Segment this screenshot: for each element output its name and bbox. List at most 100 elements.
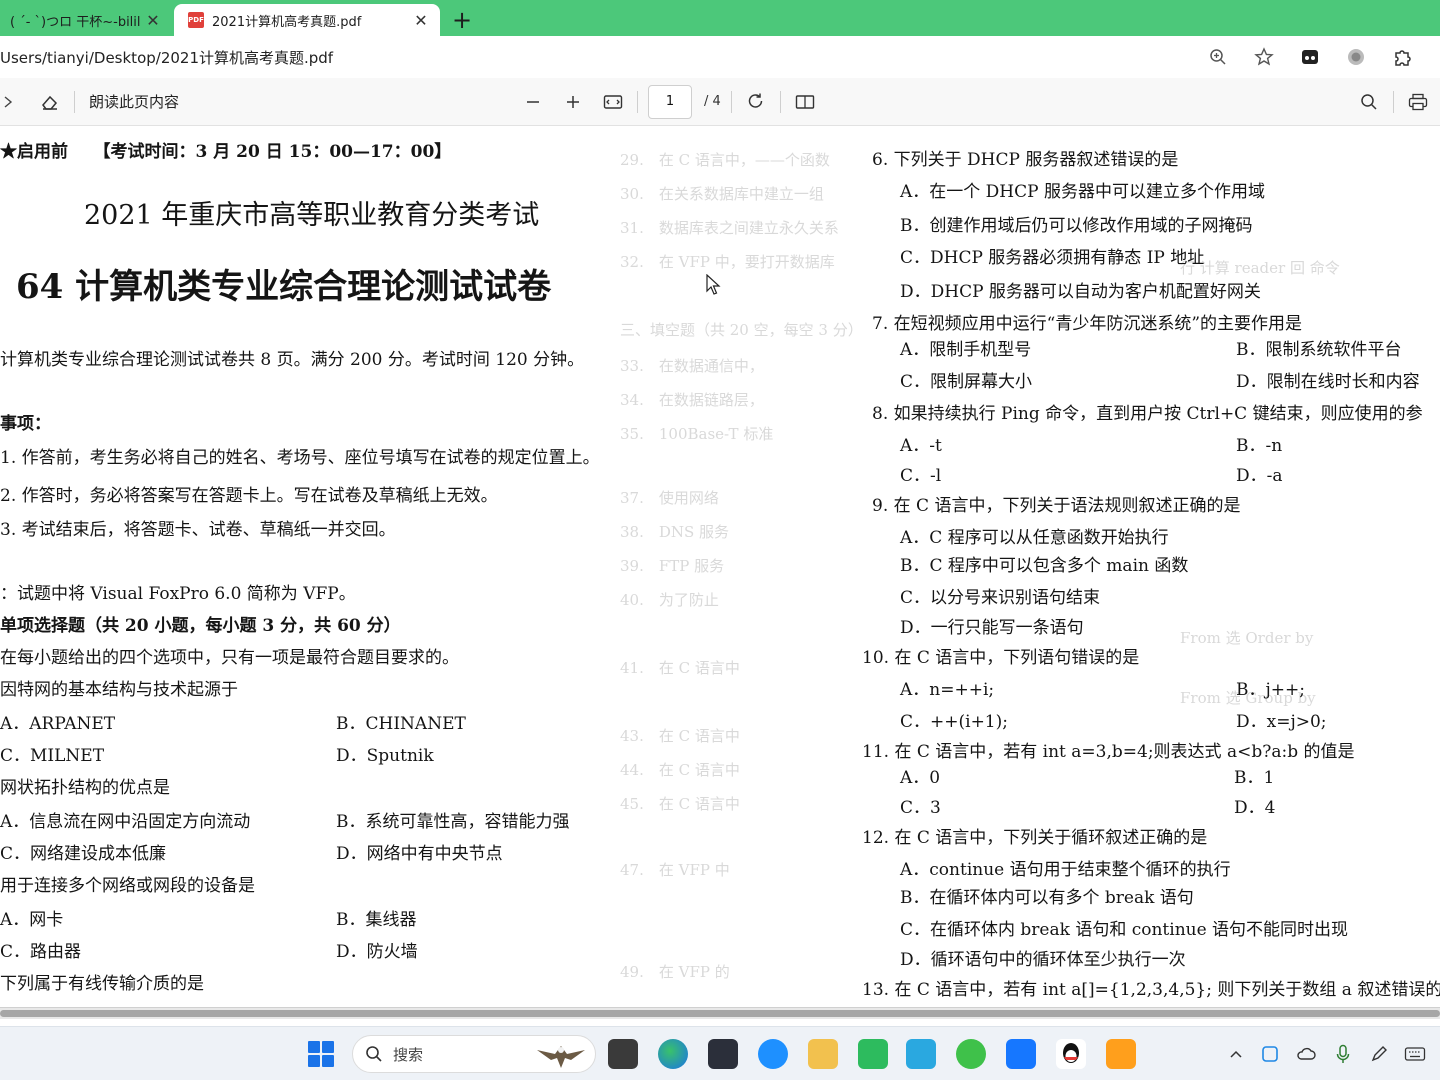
option: A．-t [900, 436, 942, 456]
question: 13. 在 C 语言中，若有 int a[]={1,2,3,4,5}; 则下列关… [862, 980, 1440, 1000]
option: C．++(i+1); [900, 712, 1008, 732]
extension-icon[interactable] [1298, 45, 1322, 69]
option: A．信息流在网中沿固定方向流动 [0, 812, 251, 832]
option: B．创建作用域后仍可以修改作用域的子网掩码 [900, 216, 1253, 236]
bleed-through: 30. 在关系数据库中建立一组 [620, 185, 824, 203]
option: B．CHINANET [336, 714, 466, 734]
edge-browser-icon[interactable] [658, 1039, 688, 1069]
bleed-through: 34. 在数据链路层， [620, 391, 764, 409]
option: C．DHCP 服务器必须拥有静态 IP 地址 [900, 248, 1205, 268]
option: B．1 [1234, 768, 1275, 788]
section-heading: 单项选择题（共 20 小题，每小题 3 分，共 60 分） [0, 616, 401, 636]
zoom-in-icon[interactable] [559, 88, 587, 116]
option: C．以分号来识别语句结束 [900, 588, 1101, 608]
bleed-through: 37. 使用网络 [620, 489, 719, 507]
question: 8. 如果持续执行 Ping 命令，直到用户按 Ctrl+C 键结束，则应使用的… [872, 404, 1423, 424]
wechat-icon[interactable] [956, 1039, 986, 1069]
exam-title: 2021 年重庆市高等职业教育分类考试 [84, 200, 540, 231]
scrollbar-thumb[interactable] [0, 1010, 1440, 1017]
search-icon[interactable] [1355, 88, 1383, 116]
puzzle-extensions-icon[interactable] [1390, 45, 1414, 69]
tab-title: 2021计算机高考真题.pdf [212, 14, 362, 30]
divider [730, 90, 732, 113]
rotate-icon[interactable] [742, 88, 770, 116]
option: B．系统可靠性高，容错能力强 [336, 812, 570, 832]
option: A．C 程序可以从任意函数开始执行 [900, 528, 1169, 548]
bleed-through: 32. 在 VFP 中，要打开数据库 [620, 253, 835, 271]
paragraph: 在每小题给出的四个选项中，只有一项是最符合题目要求的。 [0, 648, 459, 668]
close-icon[interactable]: ✕ [412, 11, 430, 30]
cloud-icon[interactable] [1294, 1041, 1318, 1067]
option: D．一行只能写一条语句 [900, 618, 1084, 638]
app-icon[interactable] [1106, 1039, 1136, 1069]
favorite-star-icon[interactable] [1252, 45, 1276, 69]
close-icon[interactable]: ✕ [144, 11, 162, 30]
option: C．3 [900, 798, 941, 818]
pdf-toolbar: 朗读此页内容 1 / 4 [0, 78, 1440, 126]
microphone-icon[interactable] [1332, 1041, 1354, 1067]
tab-title: ( ´- `)つロ 干杯~-bilil [10, 14, 141, 30]
option: A．continue 语句用于结束整个循环的执行 [900, 860, 1231, 880]
bilibili-icon[interactable] [906, 1039, 936, 1069]
page-number-input[interactable]: 1 [648, 84, 693, 119]
pdf-icon: PDF [188, 12, 204, 28]
read-aloud-button[interactable]: 朗读此页内容 [89, 91, 179, 112]
taskbar-search[interactable]: 搜索 [352, 1035, 596, 1073]
tab-pdf[interactable]: PDF 2021计算机高考真题.pdf ✕ [174, 4, 440, 36]
option: C．-l [900, 466, 942, 486]
option: B．C 程序中可以包含多个 main 函数 [900, 556, 1189, 576]
zoom-out-icon[interactable] [519, 88, 547, 116]
option: B．限制系统软件平台 [1236, 340, 1402, 360]
search-placeholder: 搜索 [393, 1045, 424, 1064]
tray-app-icon[interactable] [1258, 1041, 1282, 1067]
option: D．4 [1234, 798, 1276, 818]
option: B．集线器 [336, 910, 417, 930]
question: 12. 在 C 语言中，下列关于循环叙述正确的是 [862, 828, 1208, 848]
chevron-up-icon[interactable] [1226, 1041, 1246, 1067]
bleed-through: 38. DNS 服务 [620, 523, 730, 541]
app-store-icon[interactable] [858, 1039, 888, 1069]
chevron-icon[interactable] [0, 88, 22, 116]
task-view-icon[interactable] [608, 1039, 638, 1069]
eagle-icon [537, 1046, 585, 1068]
tab-bilibili[interactable]: ( ´- `)つロ 干杯~-bilil ✕ [0, 4, 172, 36]
file-explorer-icon[interactable] [808, 1039, 838, 1069]
bleed-through: 三、填空题（共 20 空，每空 3 分） [620, 321, 863, 339]
windows-start-icon[interactable] [308, 1041, 334, 1067]
fit-page-icon[interactable] [599, 88, 627, 116]
option: C．限制屏幕大小 [900, 372, 1033, 392]
option: A．网卡 [0, 910, 64, 930]
question: 9. 在 C 语言中，下列关于语法规则叙述正确的是 [872, 496, 1241, 516]
divider [1393, 90, 1394, 113]
mouse-cursor-icon [706, 274, 721, 295]
option: A．在一个 DHCP 服务器中可以建立多个作用域 [900, 182, 1265, 202]
qq-icon[interactable] [1056, 1039, 1086, 1069]
print-icon[interactable] [1404, 88, 1432, 116]
page-view-icon[interactable] [791, 88, 819, 116]
zoom-icon[interactable] [1206, 45, 1230, 69]
eraser-icon[interactable] [36, 88, 64, 116]
pdf-document: 29. 在 C 语言中，——个函数 30. 在关系数据库中建立一组 31. 数据… [0, 127, 1440, 1007]
horizontal-scrollbar[interactable] [0, 1007, 1440, 1019]
new-tab-button[interactable]: + [444, 4, 480, 36]
question: 网状拓扑结构的优点是 [0, 778, 170, 798]
divider [779, 90, 781, 113]
bleed-through: 49. 在 VFP 的 [620, 963, 730, 981]
bleed-through: 45. 在 C 语言中 [620, 795, 740, 813]
feishu-icon[interactable] [1006, 1039, 1036, 1069]
divider [74, 90, 75, 113]
section-heading: 事项： [0, 414, 51, 434]
record-icon[interactable] [1344, 45, 1368, 69]
dev-app-icon[interactable] [708, 1039, 738, 1069]
url-field[interactable]: Users/tianyi/Desktop/2021计算机高考真题.pdf [0, 47, 1206, 68]
edge-icon[interactable] [758, 1039, 788, 1069]
keyboard-icon[interactable] [1402, 1041, 1428, 1067]
option: D．Sputnik [336, 746, 434, 766]
bleed-through: From 选 Order by [1180, 629, 1314, 647]
question: 用于连接多个网络或网段的设备是 [0, 876, 255, 896]
question: 下列属于有线传输介质的是 [0, 974, 204, 994]
option: A．ARPANET [0, 714, 116, 734]
pen-icon[interactable] [1368, 1041, 1390, 1067]
search-icon [366, 1046, 382, 1062]
exam-header: ★启用前 【考试时间：3 月 20 日 15：00—17：00】 [0, 142, 452, 162]
